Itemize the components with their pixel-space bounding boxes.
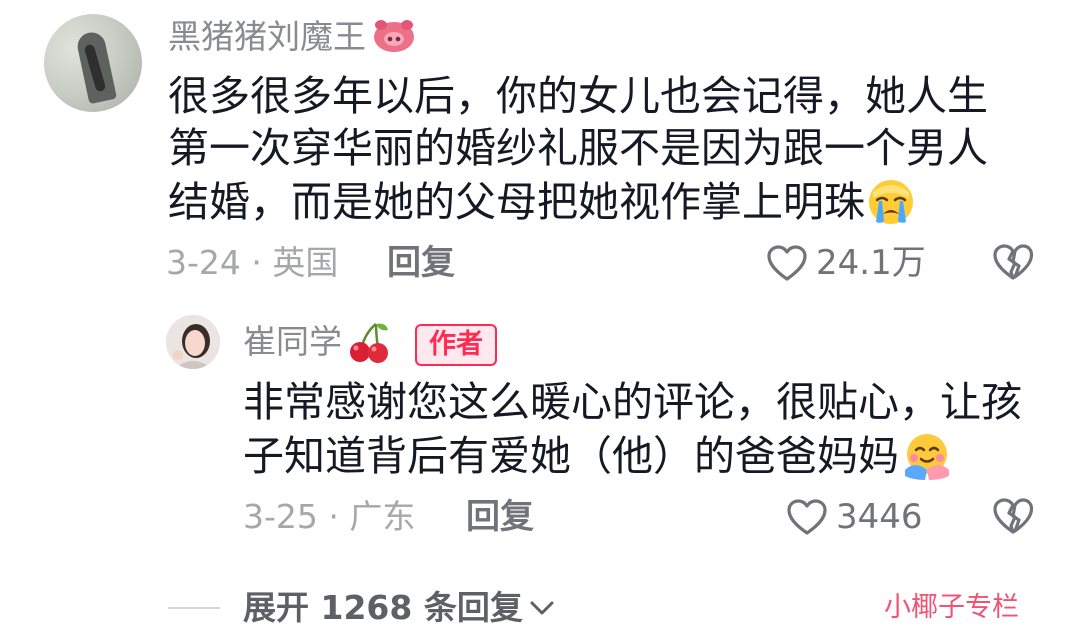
author-badge: 作者 bbox=[415, 324, 497, 366]
commenter-username-text: 黑猪猪刘魔王 bbox=[168, 17, 366, 56]
commenter-avatar[interactable] bbox=[44, 14, 142, 112]
pig-face-icon bbox=[374, 19, 414, 52]
expand-replies-button[interactable]: 展开 1268 条回复 bbox=[243, 586, 555, 630]
chevron-down-icon bbox=[530, 601, 554, 615]
comment-like-count: 24.1万 bbox=[816, 243, 926, 283]
reply-text-line-2-text: 子知道背后有爱她（他）的爸爸妈妈 bbox=[243, 432, 899, 480]
reply-like-count: 3446 bbox=[836, 497, 923, 537]
comment-text-line-3: 结婚，而是她的父母把她视作掌上明珠 bbox=[168, 176, 915, 228]
reply-reply-button[interactable]: 回复 bbox=[466, 494, 534, 540]
broken-heart-icon[interactable] bbox=[992, 242, 1034, 282]
reply-text-line-2: 子知道背后有爱她（他）的爸爸妈妈 bbox=[243, 430, 953, 482]
comment-reply-button[interactable]: 回复 bbox=[387, 240, 455, 286]
watermark: 小椰子专栏 bbox=[884, 592, 1019, 623]
reply-username[interactable]: 崔同学 bbox=[243, 320, 390, 364]
broken-heart-icon[interactable] bbox=[992, 496, 1034, 536]
reply-text-line-1: 非常感谢您这么暖心的评论，很贴心，让孩 bbox=[243, 378, 1022, 426]
comment-text-line-2: 第一次穿华丽的婚纱礼服不是因为跟一个男人 bbox=[168, 124, 988, 172]
expand-replies-label: 展开 1268 条回复 bbox=[243, 588, 523, 627]
heart-outline-icon bbox=[787, 499, 827, 535]
reply-date-location: 3-25 · 广东 bbox=[243, 497, 416, 536]
expand-divider bbox=[168, 607, 220, 609]
commenter-username[interactable]: 黑猪猪刘魔王 bbox=[168, 14, 416, 60]
crying-face-emoji bbox=[869, 180, 913, 224]
comment-text-line-1: 很多很多年以后，你的女儿也会记得，她人生 bbox=[168, 72, 988, 120]
hugging-face-emoji bbox=[905, 434, 949, 480]
reply-like-button[interactable]: 3446 bbox=[786, 494, 923, 540]
comment-date-location: 3-24 · 英国 bbox=[166, 243, 339, 282]
reply-avatar[interactable] bbox=[166, 315, 220, 369]
comment-text-line-3-text: 结婚，而是她的父母把她视作掌上明珠 bbox=[168, 178, 865, 226]
heart-outline-icon bbox=[767, 245, 807, 281]
comment-like-button[interactable]: 24.1万 bbox=[766, 240, 926, 286]
cherry-icon bbox=[350, 322, 388, 363]
reply-username-text: 崔同学 bbox=[243, 322, 342, 361]
